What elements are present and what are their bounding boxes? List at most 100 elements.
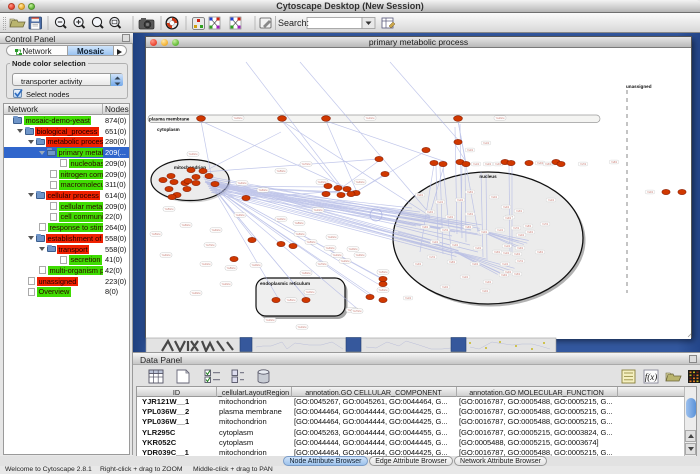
svg-text:Ya1l2w: Ya1l2w — [298, 325, 308, 329]
svg-text:Ya3l2: Ya3l2 — [514, 253, 521, 256]
svg-text:Ya5l2w: Ya5l2w — [165, 207, 175, 211]
svg-text:Ya7l2: Ya7l2 — [429, 256, 436, 259]
svg-text:Ya6l2: Ya6l2 — [422, 226, 429, 229]
svg-text:unassigned: unassigned — [626, 84, 652, 89]
svg-text:Ya4l2: Ya4l2 — [447, 216, 454, 219]
svg-text:Ya7l2: Ya7l2 — [580, 163, 587, 166]
svg-text:Ya2l2: Ya2l2 — [432, 241, 439, 244]
svg-text:Ya2l2w: Ya2l2w — [222, 282, 232, 286]
svg-text:Ya4l2: Ya4l2 — [537, 162, 544, 165]
svg-text:Ya6l2w: Ya6l2w — [182, 223, 192, 227]
svg-text:Ya6l2: Ya6l2 — [505, 217, 512, 220]
svg-text:Ya0l2: Ya0l2 — [491, 196, 498, 199]
svg-text:Ya8l2w: Ya8l2w — [227, 266, 237, 270]
svg-text:Ya5l2: Ya5l2 — [494, 251, 501, 254]
svg-text:Ya8l2: Ya8l2 — [449, 261, 456, 264]
svg-text:cytoplasm: cytoplasm — [157, 127, 180, 132]
svg-text:Ya4l2w: Ya4l2w — [326, 246, 336, 250]
svg-text:nucleus: nucleus — [479, 174, 497, 179]
svg-text:Ya7l2: Ya7l2 — [542, 223, 549, 226]
svg-text:Ya2l2: Ya2l2 — [503, 252, 510, 255]
svg-text:Ya1l2: Ya1l2 — [497, 229, 504, 232]
svg-text:Ya0l2w: Ya0l2w — [306, 290, 316, 294]
svg-text:Ya0l2w: Ya0l2w — [234, 116, 244, 120]
svg-text:Ya8l2: Ya8l2 — [467, 191, 474, 194]
svg-text:Ya0l2: Ya0l2 — [647, 191, 654, 194]
svg-text:f(x): f(x) — [645, 372, 658, 382]
svg-text:Ya2l2: Ya2l2 — [548, 199, 555, 202]
svg-text:Ya3l2w: Ya3l2w — [236, 213, 246, 217]
svg-text:Ya2l2: Ya2l2 — [457, 199, 464, 202]
svg-text:Ya2l2w: Ya2l2w — [341, 259, 351, 263]
svg-text:endoplasmic reticulum: endoplasmic reticulum — [260, 281, 310, 286]
svg-text:Ya2l2: Ya2l2 — [485, 163, 492, 166]
svg-text:Ya5l2: Ya5l2 — [467, 213, 474, 216]
svg-text:Ya6l2w: Ya6l2w — [296, 232, 306, 236]
svg-text:Ya2l2: Ya2l2 — [467, 149, 474, 152]
svg-text:Ya7l2w: Ya7l2w — [318, 262, 328, 266]
svg-text:Ya1l2: Ya1l2 — [504, 245, 511, 248]
svg-text:Ya4l2w: Ya4l2w — [212, 228, 222, 232]
svg-text:Ya6l2w: Ya6l2w — [379, 288, 389, 292]
svg-text:Ya1l2w: Ya1l2w — [333, 253, 343, 257]
svg-text:Ya0l2: Ya0l2 — [482, 290, 489, 293]
svg-text:Ya3l2: Ya3l2 — [495, 163, 502, 166]
svg-text:Ya0l2: Ya0l2 — [472, 263, 479, 266]
svg-text:Ya4l2: Ya4l2 — [442, 286, 449, 289]
svg-text:Ya5l2w: Ya5l2w — [307, 240, 317, 244]
svg-text:Ya0l2w: Ya0l2w — [349, 247, 359, 251]
svg-text:Ya7l2: Ya7l2 — [517, 260, 524, 263]
svg-text:Ya3l2w: Ya3l2w — [356, 253, 366, 257]
svg-text:Ya1l2: Ya1l2 — [473, 163, 480, 166]
svg-text:Ya1l2: Ya1l2 — [405, 297, 412, 300]
svg-text:Ya3l2: Ya3l2 — [427, 211, 434, 214]
svg-text:Ya5l2: Ya5l2 — [516, 210, 523, 213]
svg-text:Ya4l2w: Ya4l2w — [162, 253, 172, 257]
svg-text:Ya6l2w: Ya6l2w — [302, 271, 312, 275]
svg-text:Ya3l2: Ya3l2 — [415, 263, 422, 266]
svg-text:Ya7l2: Ya7l2 — [442, 229, 449, 232]
svg-text:Ya8l2w: Ya8l2w — [295, 221, 305, 225]
svg-text:Ya5l2w: Ya5l2w — [277, 169, 287, 173]
svg-text:Ya3l2: Ya3l2 — [452, 244, 459, 247]
svg-text:Ya2l2w: Ya2l2w — [496, 116, 506, 120]
svg-text:Ya1l2: Ya1l2 — [502, 263, 509, 266]
svg-text:Ya3l2: Ya3l2 — [485, 281, 492, 284]
svg-text:Ya0l2: Ya0l2 — [481, 231, 488, 234]
svg-text:Ya8l2w: Ya8l2w — [287, 298, 297, 302]
svg-text:Ya2l2: Ya2l2 — [462, 276, 469, 279]
svg-text:Ya1l2w: Ya1l2w — [202, 262, 212, 266]
svg-text:Ya6l2: Ya6l2 — [517, 247, 524, 250]
svg-text:Ya8l2: Ya8l2 — [611, 161, 618, 164]
svg-text:Ya7l2w: Ya7l2w — [353, 309, 363, 313]
svg-text:Ya2l2w: Ya2l2w — [266, 318, 276, 322]
svg-text:Ya1l2: Ya1l2 — [483, 142, 490, 145]
svg-text:Ya0l2w: Ya0l2w — [277, 217, 287, 221]
svg-text:Ya6l2: Ya6l2 — [527, 231, 534, 234]
svg-text:Ya3l2w: Ya3l2w — [192, 291, 202, 295]
svg-text:Ya4l2: Ya4l2 — [475, 247, 482, 250]
svg-text:Ya4l2w: Ya4l2w — [238, 181, 248, 185]
svg-text:plasma membrane: plasma membrane — [149, 117, 190, 122]
svg-text:Ya0l2: Ya0l2 — [518, 234, 525, 237]
svg-text:Ya8l2: Ya8l2 — [537, 251, 544, 254]
svg-text:Ya0l2: Ya0l2 — [417, 194, 424, 197]
svg-text:Ya7l2: Ya7l2 — [513, 227, 520, 230]
svg-text:Ya5l2: Ya5l2 — [545, 163, 552, 166]
svg-text:Ya7l2w: Ya7l2w — [206, 243, 216, 247]
svg-text:Ya8l2: Ya8l2 — [465, 226, 472, 229]
svg-text:Ya5l2: Ya5l2 — [514, 273, 521, 276]
svg-text:Ya2l2w: Ya2l2w — [328, 235, 338, 239]
svg-text:Ya1l2w: Ya1l2w — [366, 116, 376, 120]
svg-text:Ya7l2w: Ya7l2w — [302, 162, 312, 166]
svg-text:Ya8l2: Ya8l2 — [525, 225, 532, 228]
svg-text:Ya5l2w: Ya5l2w — [152, 232, 162, 236]
svg-text:Ya1l2w: Ya1l2w — [314, 208, 324, 212]
svg-text:Ya0l2w: Ya0l2w — [252, 263, 262, 267]
svg-text:Ya4l2: Ya4l2 — [503, 206, 510, 209]
svg-text:Ya6l2: Ya6l2 — [501, 274, 508, 277]
svg-text:Ya3l2w: Ya3l2w — [189, 152, 199, 156]
svg-text:Ya6l2w: Ya6l2w — [259, 188, 269, 192]
svg-text:Ya5l2w: Ya5l2w — [379, 270, 389, 274]
svg-text:Ya4l2w: Ya4l2w — [356, 180, 366, 184]
